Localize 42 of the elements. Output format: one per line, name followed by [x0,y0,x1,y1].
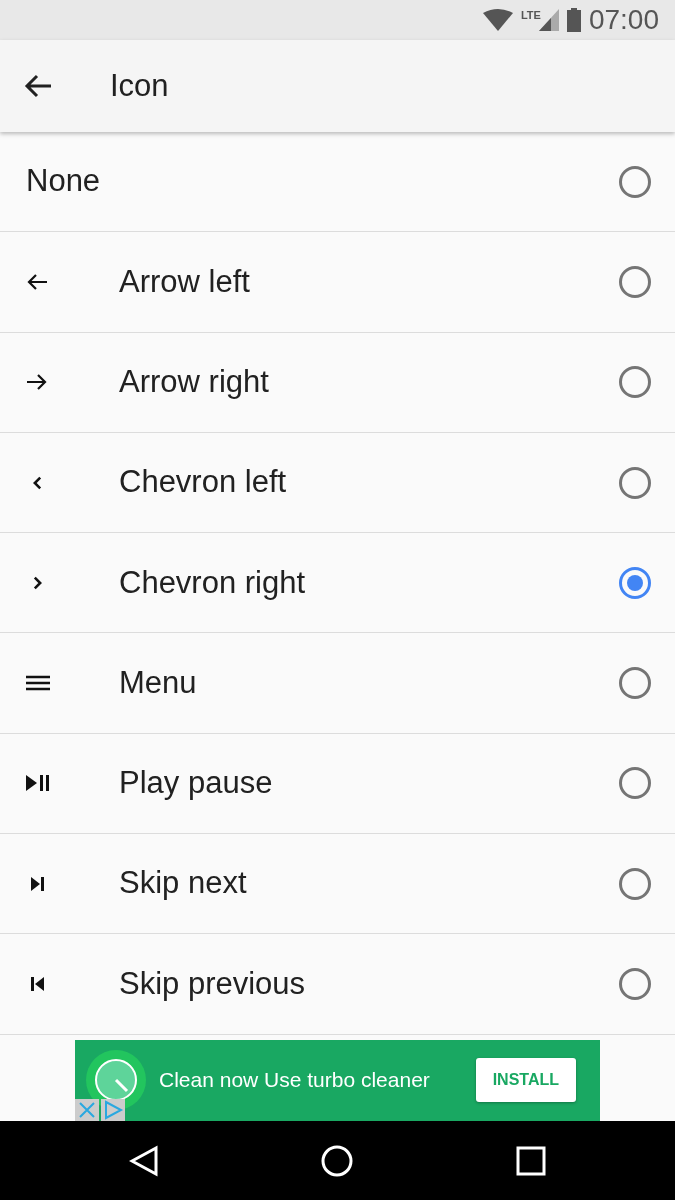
radio-button[interactable] [619,867,651,900]
ad-text: Clean now Use turbo cleaner [159,1067,431,1094]
network-label: LTE [520,8,541,23]
radio-button[interactable] [619,566,651,599]
radio-button[interactable] [619,667,651,700]
option-row[interactable]: Menu [0,633,675,734]
option-row[interactable]: Skip next [0,834,675,935]
back-nav-icon[interactable] [128,1144,159,1177]
wifi-icon [482,9,513,31]
option-row[interactable]: Arrow left [0,232,675,333]
radio-button[interactable] [619,767,651,800]
option-row[interactable]: Skip previous [0,934,675,1035]
chevron-left-icon [33,475,42,490]
option-row[interactable]: None [0,132,675,233]
option-label: None [26,162,102,201]
option-label: Menu [119,663,198,702]
option-row[interactable]: Chevron right [0,533,675,634]
chevron-right-icon [33,575,42,590]
app-bar-title: Icon [110,66,169,105]
battery-icon [566,8,581,32]
home-icon[interactable] [320,1143,355,1178]
radio-button[interactable] [619,165,651,198]
option-label: Chevron left [119,463,288,502]
option-label: Skip next [119,864,248,903]
option-label: Chevron right [119,563,307,602]
radio-button[interactable] [619,466,651,499]
option-row[interactable]: Chevron left [0,432,675,534]
option-label: Skip previous [119,964,307,1003]
play-pause-icon [26,773,50,794]
back-icon [24,74,52,99]
radio-button[interactable] [619,968,651,1000]
radio-button[interactable] [619,366,651,399]
option-row[interactable]: Arrow right [0,332,675,433]
option-label: Arrow right [119,363,270,401]
option-label: Play pause [119,764,274,803]
option-label: Arrow left [119,262,251,301]
back-button[interactable] [24,73,52,99]
radio-button[interactable] [619,265,651,298]
arrow-left-icon [26,271,50,292]
status-time: 07:00 [588,6,659,34]
recents-icon[interactable] [516,1145,547,1176]
option-row[interactable]: Play pause [0,733,675,835]
